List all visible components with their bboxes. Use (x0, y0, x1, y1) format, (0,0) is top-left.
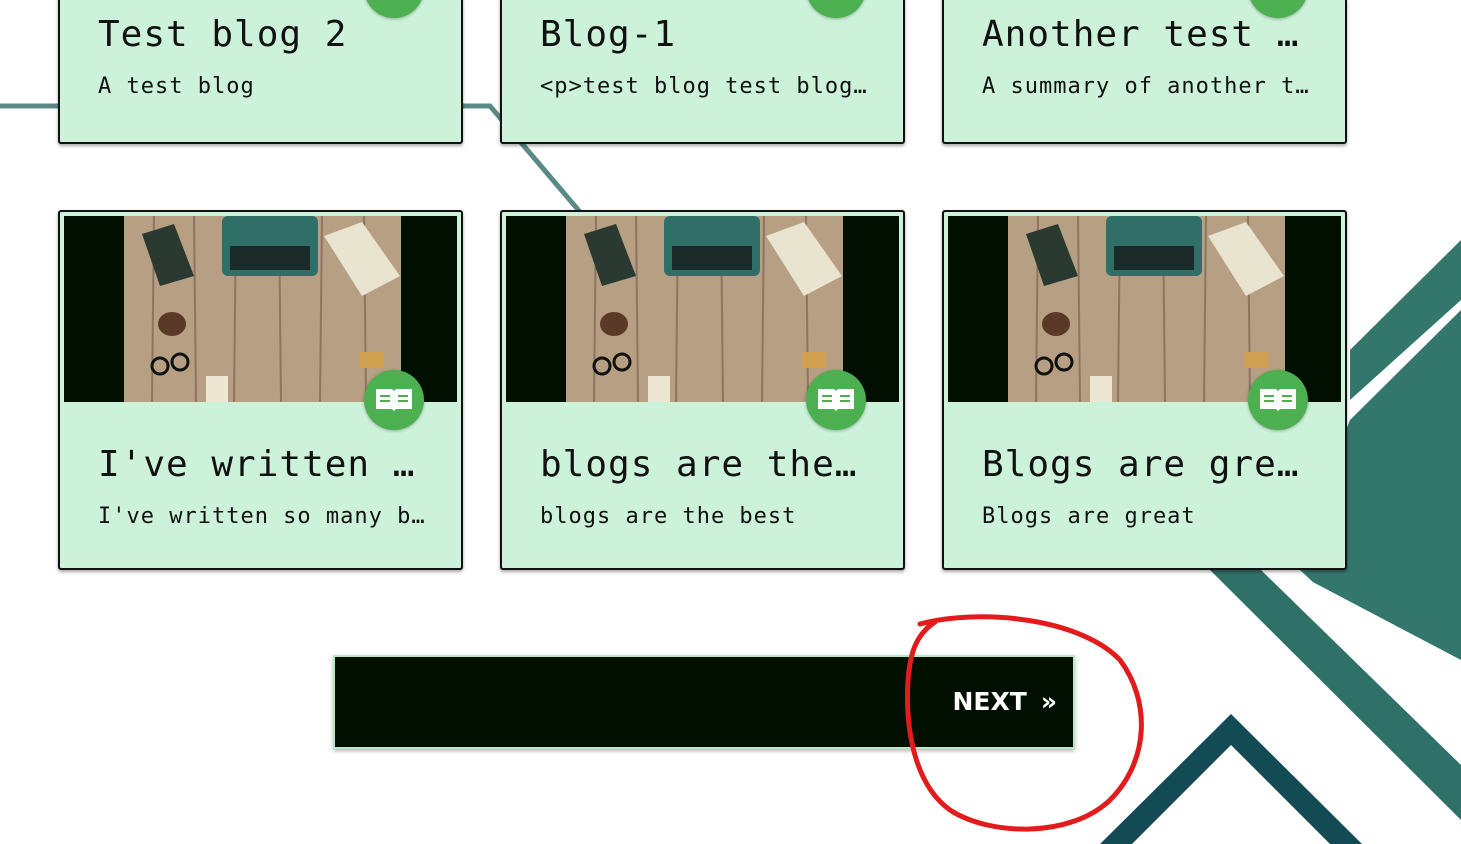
blog-card[interactable]: Blog-1 <p>test blog test blog test blog<… (500, 0, 905, 144)
typewriter-desk-photo (124, 216, 401, 402)
book-icon (1260, 389, 1296, 412)
blog-card[interactable]: blogs are the best blogs are the best (500, 210, 905, 570)
blog-card[interactable]: Blogs are great Blogs are great (942, 210, 1347, 570)
blog-card-summary: blogs are the best (540, 504, 797, 529)
blog-card-title[interactable]: Another test blog (982, 14, 1312, 55)
blog-card-title[interactable]: Test blog 2 (98, 14, 428, 55)
blog-card-summary: <p>test blog test blog test blog</p> (540, 74, 870, 99)
blog-card-title[interactable]: Blog-1 (540, 14, 870, 55)
blog-card-title[interactable]: blogs are the best (540, 444, 870, 485)
book-icon-badge[interactable] (806, 370, 866, 430)
typewriter-desk-photo (1008, 216, 1285, 402)
pagination-bar: NEXT » (333, 655, 1075, 749)
next-page-button[interactable]: NEXT » (953, 687, 1058, 716)
blog-card-title[interactable]: I've written so many blogs (98, 444, 428, 485)
blog-card-summary: Blogs are great (982, 504, 1196, 529)
next-label[interactable]: NEXT (953, 687, 1027, 716)
blog-card-summary: I've written so many blogs (98, 504, 428, 529)
typewriter-desk-photo (566, 216, 843, 402)
book-icon (376, 389, 412, 412)
blog-card[interactable]: Another test blog A summary of another t… (942, 0, 1347, 144)
blog-card-summary: A test blog (98, 74, 255, 99)
blog-card-title[interactable]: Blogs are great (982, 444, 1312, 485)
blog-card[interactable]: Test blog 2 A test blog (58, 0, 463, 144)
book-icon-badge[interactable] (1248, 370, 1308, 430)
book-icon-badge[interactable] (364, 370, 424, 430)
book-icon (818, 389, 854, 412)
blog-card[interactable]: I've written so many blogs I've written … (58, 210, 463, 570)
double-chevron-right-icon[interactable]: » (1041, 687, 1057, 716)
blog-card-summary: A summary of another test blog (982, 74, 1312, 99)
